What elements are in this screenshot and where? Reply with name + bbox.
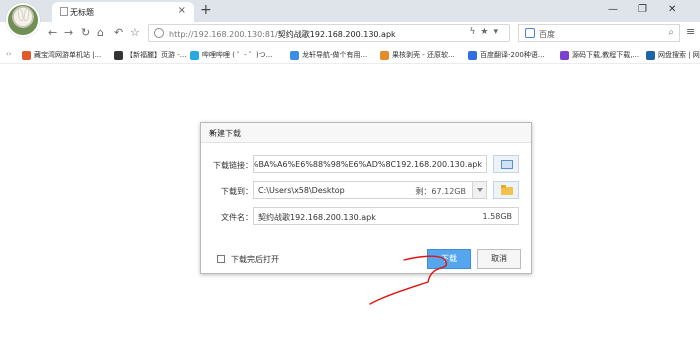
tab-active[interactable]: 无标题 ×	[52, 2, 194, 22]
link-label: 下载链接：	[213, 161, 253, 170]
star-icon: ★	[480, 27, 494, 37]
browse-folder-button[interactable]	[493, 181, 519, 199]
search-box[interactable]: 百度 ⌕	[518, 24, 680, 42]
monitor-icon	[501, 160, 513, 169]
chevron-down-icon: ▾	[493, 27, 503, 37]
chevron-down-icon[interactable]	[472, 182, 486, 198]
undo-icon[interactable]: ↶	[114, 26, 123, 39]
bookmark-item[interactable]: 龙轩导航-做个有用...	[290, 50, 367, 60]
globe-icon	[154, 28, 164, 38]
new-tab-button[interactable]: +	[200, 2, 212, 18]
bookmark-item[interactable]: 网盘搜索 | 网...	[646, 50, 700, 60]
free-space: 剩：67.12GB	[415, 187, 466, 196]
bookmark-icon	[380, 50, 389, 60]
dialog-titlebar[interactable]: 新建下载 ×	[201, 123, 531, 143]
open-after-label[interactable]: 下载完后打开	[231, 254, 279, 265]
dialog-close-icon[interactable]: ×	[209, 128, 524, 137]
minimize-icon[interactable]: —	[608, 4, 618, 15]
address-url[interactable]: http://192.168.200.130:81/契约战歌192.168.20…	[169, 29, 396, 40]
bookmark-icon	[468, 50, 477, 60]
search-engine-icon	[525, 28, 535, 38]
bookmark-icon	[646, 50, 655, 60]
restore-icon[interactable]: ❐	[638, 4, 647, 15]
copy-link-button[interactable]	[493, 155, 519, 173]
bookmark-item[interactable]: 果核剥壳 - 还原软...	[380, 50, 455, 60]
forward-icon[interactable]: →	[64, 26, 73, 39]
filename-input[interactable]: 契约战歌192.168.200.130.apk 1.58GB	[253, 207, 519, 225]
save-path-select[interactable]: C:\Users\x58\Desktop 剩：67.12GB	[253, 181, 487, 199]
bookmark-item[interactable]: 藏宝湾网游单机站 |...	[22, 50, 101, 60]
file-size: 1.58GB	[482, 212, 513, 221]
cancel-button[interactable]: 取消	[477, 249, 521, 269]
menu-icon[interactable]: ≡	[686, 25, 695, 38]
browser-toolbar: ← → ↻ ⌂ ↶ ☆ http://192.168.200.130:81/契约…	[0, 22, 700, 44]
folder-icon	[501, 185, 513, 195]
address-tools[interactable]: ϟ★▾	[469, 27, 503, 37]
bookmark-item[interactable]: 源码下载,教程下载,...	[560, 50, 639, 60]
tab-title: 无标题	[70, 8, 94, 17]
back-icon[interactable]: ←	[48, 26, 57, 39]
home-icon[interactable]: ⌂	[97, 26, 104, 39]
open-after-checkbox[interactable]	[217, 255, 225, 263]
bookmarks-bar: ‹› 藏宝湾网游单机站 |... 【新福麗】页游 -... 哔哩哔哩 ( ゜- …	[0, 44, 700, 64]
page-icon	[60, 7, 68, 16]
bookmark-item[interactable]: 哔哩哔哩 ( ゜- ゜)つ...	[190, 50, 272, 60]
bookmark-star-icon[interactable]: ☆	[130, 26, 140, 39]
reload-icon[interactable]: ↻	[81, 26, 90, 39]
bookmark-icon	[190, 50, 199, 60]
bookmark-icon	[22, 50, 31, 60]
bookmark-icon	[114, 50, 123, 60]
download-button[interactable]: 下载	[427, 249, 471, 269]
profile-avatar[interactable]	[6, 3, 40, 37]
link-input[interactable]: %91%E7%BA%A6%E6%88%98%E6%AD%8C192.168.20…	[253, 155, 487, 173]
search-icon[interactable]: ⌕	[668, 27, 674, 38]
new-download-dialog: 新建下载 × 下载链接： %91%E7%BA%A6%E6%88%98%E6%AD…	[200, 122, 532, 274]
tab-close-icon[interactable]: ×	[178, 5, 186, 16]
address-bar[interactable]: http://192.168.200.130:81/契约战歌192.168.20…	[148, 24, 510, 42]
bookmark-icon	[290, 50, 299, 60]
save-to-label: 下载到：	[221, 187, 253, 196]
search-input[interactable]: 百度	[539, 29, 555, 40]
bookmark-item[interactable]: 百度翻译-200种语...	[468, 50, 545, 60]
filename-label: 文件名：	[221, 213, 253, 222]
bookmark-item[interactable]: 【新福麗】页游 -...	[114, 50, 186, 60]
tab-strip: 无标题 × + — ❐ ✕	[0, 0, 700, 22]
window-close-icon[interactable]: ✕	[668, 4, 676, 15]
bookmarks-toggle-icon[interactable]: ‹›	[6, 50, 12, 58]
lightning-icon: ϟ	[469, 27, 481, 37]
bookmark-icon	[560, 50, 569, 60]
